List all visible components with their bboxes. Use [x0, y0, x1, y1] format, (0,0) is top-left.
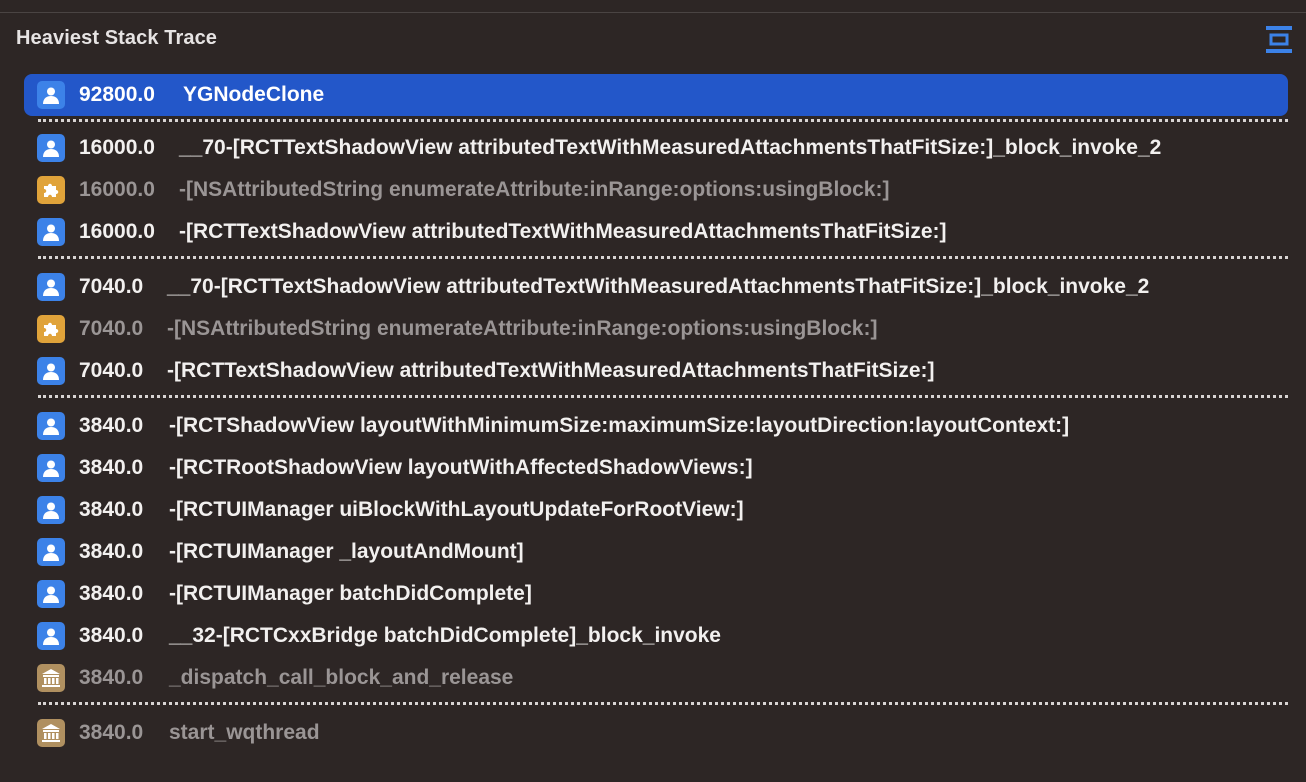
stack-frame-row[interactable]: 7040.0 __70-[RCTTextShadowView attribute…	[24, 266, 1288, 308]
frame-symbol: -[RCTUIManager _layoutAndMount]	[169, 540, 524, 563]
library-icon	[37, 719, 65, 747]
frame-symbol: -[RCTTextShadowView attributedTextWithMe…	[179, 220, 947, 243]
frame-weight: 16000.0	[79, 136, 155, 159]
stack-frame-row[interactable]: 16000.0 __70-[RCTTextShadowView attribut…	[24, 127, 1288, 169]
stack-frame-row[interactable]: 3840.0 _dispatch_call_block_and_release	[24, 657, 1288, 699]
frame-weight: 3840.0	[79, 666, 144, 689]
collapse-all-button[interactable]	[1266, 26, 1292, 53]
frame-symbol: __70-[RCTTextShadowView attributedTextWi…	[167, 275, 1150, 298]
user-icon	[37, 538, 65, 566]
frame-symbol: YGNodeClone	[183, 83, 325, 106]
user-icon	[37, 496, 65, 524]
stack-frame-row[interactable]: 7040.0 -[RCTTextShadowView attributedTex…	[24, 350, 1288, 392]
frame-symbol: -[RCTUIManager uiBlockWithLayoutUpdateFo…	[169, 498, 744, 521]
frame-symbol: -[RCTUIManager batchDidComplete]	[169, 582, 532, 605]
stack-frame-row[interactable]: 92800.0 YGNodeClone	[24, 74, 1288, 116]
frame-weight: 3840.0	[79, 721, 144, 744]
frame-symbol: -[RCTShadowView layoutWithMinimumSize:ma…	[169, 414, 1070, 437]
frame-weight: 16000.0	[79, 220, 155, 243]
frame-weight: 3840.0	[79, 540, 144, 563]
user-icon	[37, 357, 65, 385]
puzzle-icon	[37, 176, 65, 204]
user-icon	[37, 580, 65, 608]
user-icon	[37, 273, 65, 301]
user-icon	[37, 134, 65, 162]
stack-frame-row[interactable]: 3840.0 -[RCTUIManager uiBlockWithLayoutU…	[24, 489, 1288, 531]
frame-weight: 92800.0	[79, 83, 155, 106]
frame-weight: 7040.0	[79, 359, 144, 382]
frame-symbol: -[NSAttributedString enumerateAttribute:…	[167, 317, 878, 340]
library-icon	[37, 664, 65, 692]
stack-frame-row[interactable]: 3840.0 start_wqthread	[24, 712, 1288, 754]
stack-frame-row[interactable]: 3840.0 __32-[RCTCxxBridge batchDidComple…	[24, 615, 1288, 657]
top-divider	[0, 12, 1306, 13]
stack-frame-row[interactable]: 16000.0 -[RCTTextShadowView attributedTe…	[24, 211, 1288, 253]
frame-symbol: start_wqthread	[169, 721, 320, 744]
user-icon	[37, 622, 65, 650]
frame-weight: 3840.0	[79, 498, 144, 521]
frame-weight: 3840.0	[79, 624, 144, 647]
puzzle-icon	[37, 315, 65, 343]
frame-weight: 7040.0	[79, 317, 144, 340]
user-icon	[37, 218, 65, 246]
user-icon	[37, 81, 65, 109]
frame-weight: 3840.0	[79, 582, 144, 605]
stack-frame-row[interactable]: 3840.0 -[RCTShadowView layoutWithMinimum…	[24, 405, 1288, 447]
stack-frame-row[interactable]: 16000.0 -[NSAttributedString enumerateAt…	[24, 169, 1288, 211]
frame-weight: 3840.0	[79, 456, 144, 479]
frame-symbol: __70-[RCTTextShadowView attributedTextWi…	[179, 136, 1162, 159]
stack-frame-row[interactable]: 3840.0 -[RCTUIManager batchDidComplete]	[24, 573, 1288, 615]
stack-frame-row[interactable]: 3840.0 -[RCTRootShadowView layoutWithAff…	[24, 447, 1288, 489]
frame-symbol: -[RCTRootShadowView layoutWithAffectedSh…	[169, 456, 753, 479]
frame-symbol: -[RCTTextShadowView attributedTextWithMe…	[167, 359, 935, 382]
user-icon	[37, 412, 65, 440]
stack-frame-row[interactable]: 7040.0 -[NSAttributedString enumerateAtt…	[24, 308, 1288, 350]
stack-trace-list: 92800.0 YGNodeClone 16000.0 __70-[RCTTex…	[24, 74, 1288, 754]
frame-weight: 7040.0	[79, 275, 144, 298]
frame-symbol: _dispatch_call_block_and_release	[169, 666, 514, 689]
user-icon	[37, 454, 65, 482]
frame-symbol: __32-[RCTCxxBridge batchDidComplete]_blo…	[169, 624, 721, 647]
stack-frame-row[interactable]: 3840.0 -[RCTUIManager _layoutAndMount]	[24, 531, 1288, 573]
frame-symbol: -[NSAttributedString enumerateAttribute:…	[179, 178, 890, 201]
frame-weight: 3840.0	[79, 414, 144, 437]
frame-weight: 16000.0	[79, 178, 155, 201]
collapse-all-icon	[1266, 26, 1292, 53]
panel-title: Heaviest Stack Trace	[16, 27, 218, 49]
